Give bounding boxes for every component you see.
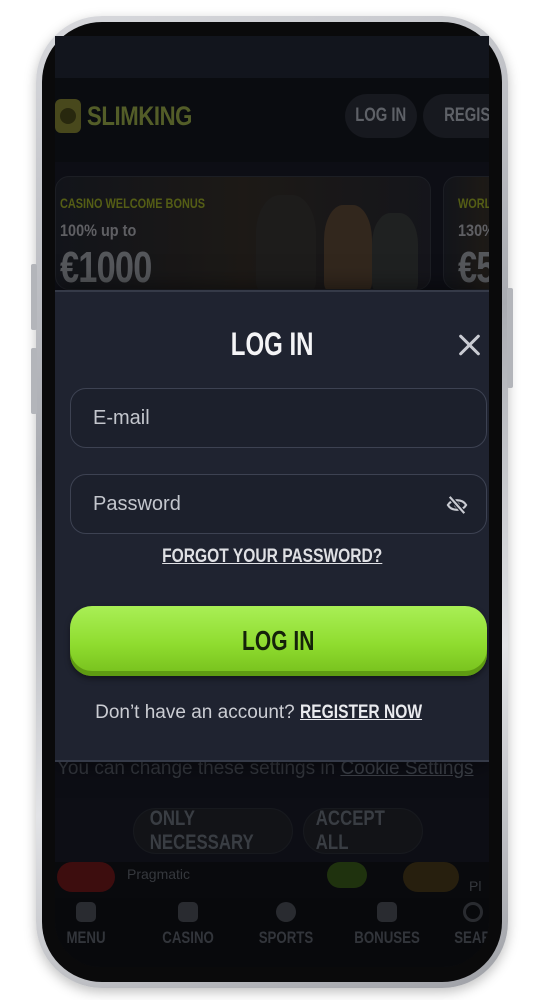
login-modal: LOG IN FORGOT YOUR PASSWORD? LOG IN Don’… [55,290,489,762]
forgot-password-link[interactable]: FORGOT YOUR PASSWORD? [162,546,382,568]
phone-screen: SLIMKING LOG IN REGISTE CASINO WELCOME B… [55,36,489,967]
close-icon[interactable] [455,330,485,360]
phone-side-button [31,348,37,414]
password-input[interactable] [91,491,391,517]
password-field[interactable] [70,474,487,534]
phone-side-button [31,264,37,330]
email-input[interactable] [91,405,391,431]
register-now-link[interactable]: REGISTER NOW [300,702,422,724]
modal-title: LOG IN [230,326,314,362]
forgot-password-row: FORGOT YOUR PASSWORD? [55,546,489,568]
register-prompt: Don’t have an account? REGISTER NOW [95,702,423,724]
hide-password-icon[interactable] [446,495,468,515]
phone-power-button [507,288,513,388]
login-submit-button[interactable]: LOG IN [70,606,487,676]
email-field[interactable] [70,388,487,448]
